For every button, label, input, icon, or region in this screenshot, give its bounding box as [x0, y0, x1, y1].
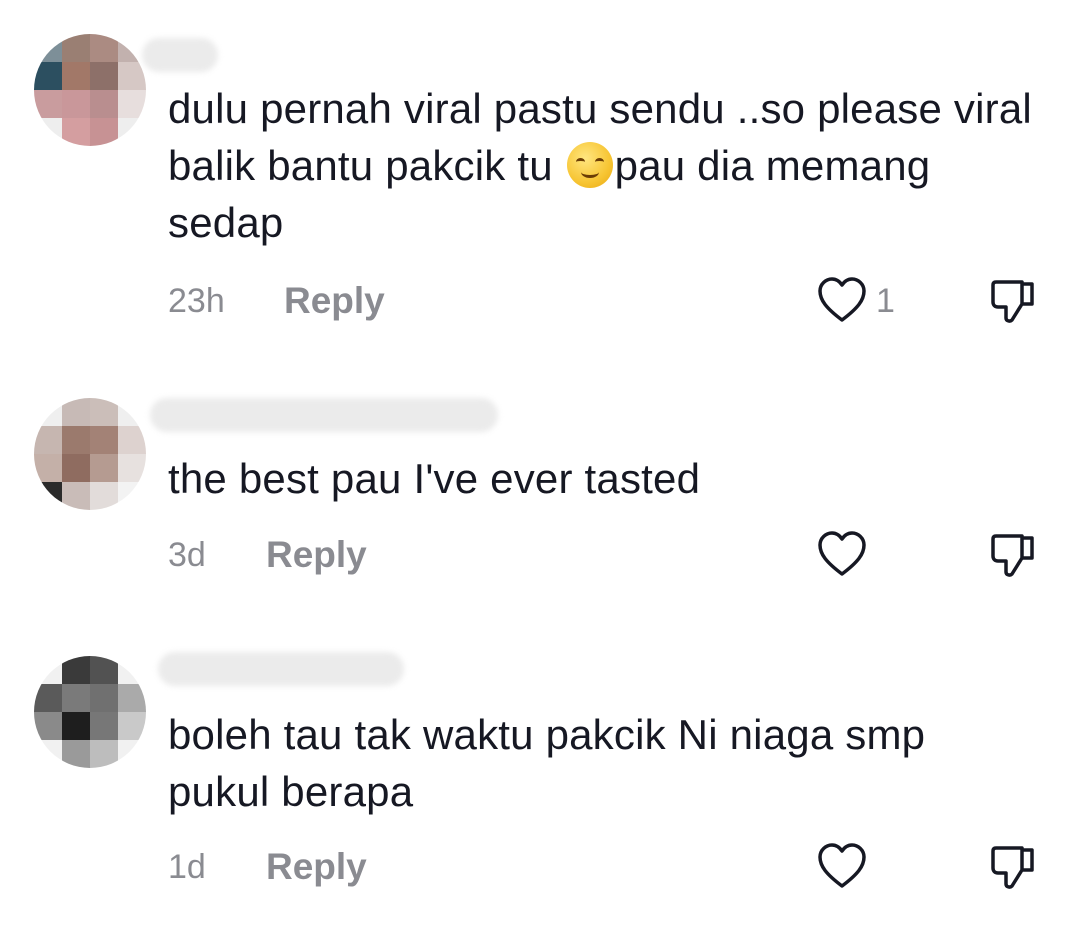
reply-button[interactable]: Reply	[284, 280, 385, 322]
like-count: 1	[876, 282, 895, 320]
reply-button[interactable]: Reply	[266, 846, 367, 888]
comment-time: 3d	[168, 536, 206, 574]
reply-button[interactable]: Reply	[266, 534, 367, 576]
heart-outline-icon[interactable]	[816, 276, 868, 324]
heart-outline-icon[interactable]	[816, 530, 868, 578]
heart-outline-icon[interactable]	[816, 842, 868, 890]
avatar[interactable]	[34, 398, 146, 510]
thumbs-down-outline-icon[interactable]	[988, 276, 1038, 326]
comment-time: 23h	[168, 282, 225, 320]
comment-text: boleh tau tak waktu pakcik Ni niaga smp …	[168, 711, 926, 815]
comment-time: 1d	[168, 848, 206, 886]
thumbs-down-outline-icon[interactable]	[988, 530, 1038, 580]
comment-text: dulu pernah viral pastu sendu ..so pleas…	[168, 85, 1032, 246]
avatar[interactable]	[34, 656, 146, 768]
thumbs-down-outline-icon[interactable]	[988, 842, 1038, 892]
username-redacted[interactable]	[142, 38, 218, 72]
comment-text: the best pau I've ever tasted	[168, 455, 701, 502]
smiling-face-emoji-icon	[566, 142, 613, 188]
avatar[interactable]	[34, 34, 146, 146]
username-redacted[interactable]	[158, 652, 404, 686]
username-redacted[interactable]	[150, 398, 498, 432]
